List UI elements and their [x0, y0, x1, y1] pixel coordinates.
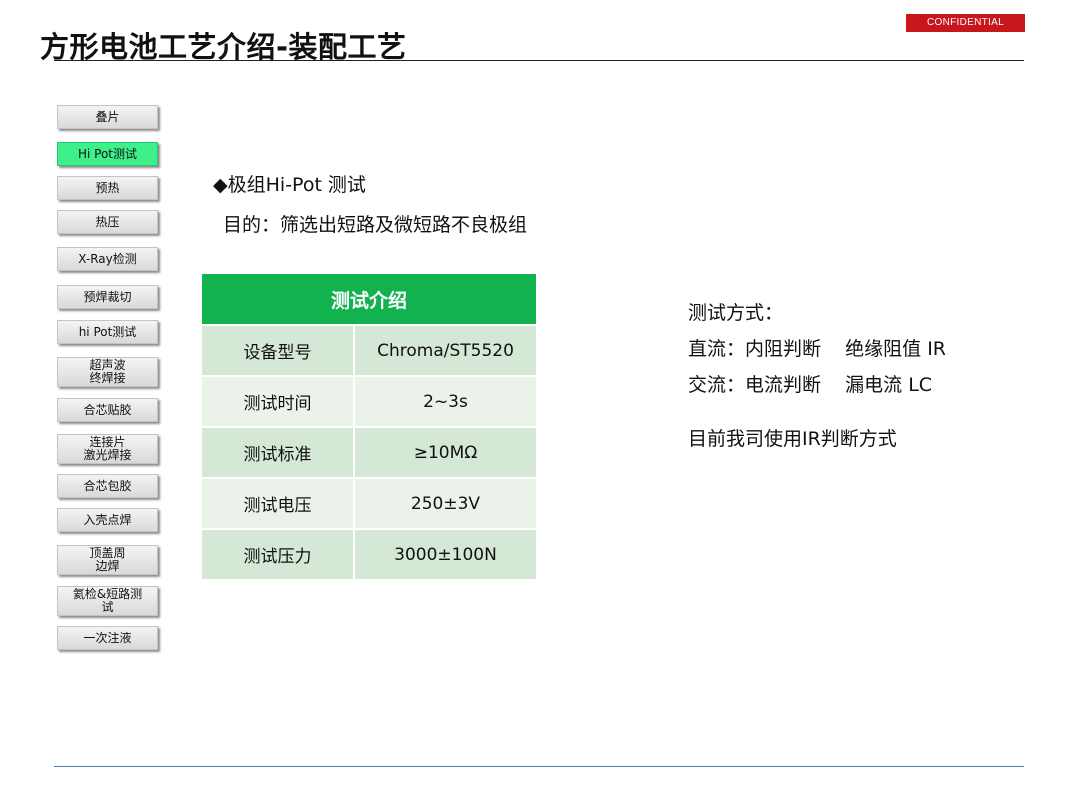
- table-row: 测试时间 2~3s: [202, 377, 536, 426]
- section-heading: ◆极组Hi-Pot 测试: [213, 174, 366, 196]
- footer-divider: [54, 766, 1024, 767]
- table-row: 设备型号 Chroma/ST5520: [202, 326, 536, 375]
- sidebar-item[interactable]: 氦检&短路测 试: [57, 586, 158, 616]
- row-label: 设备型号: [202, 326, 353, 375]
- row-label: 测试电压: [202, 479, 353, 528]
- table-header: 测试介绍: [202, 274, 536, 324]
- title-divider: [54, 60, 1024, 61]
- sidebar-item[interactable]: 叠片: [57, 105, 158, 129]
- method-title: 测试方式：: [688, 302, 784, 324]
- row-label: 测试时间: [202, 377, 353, 426]
- sidebar-item[interactable]: 热压: [57, 210, 158, 234]
- sidebar-item[interactable]: Hi Pot测试: [57, 142, 158, 166]
- table-row: 测试电压 250±3V: [202, 479, 536, 528]
- row-label: 测试标准: [202, 428, 353, 477]
- method-current: 目前我司使用IR判断方式: [688, 428, 897, 450]
- row-label: 测试压力: [202, 530, 353, 579]
- row-value: 3000±100N: [355, 530, 536, 579]
- test-intro-table: 测试介绍 设备型号 Chroma/ST5520 测试时间 2~3s 测试标准 ≥…: [202, 274, 536, 579]
- sidebar-item[interactable]: hi Pot测试: [57, 320, 158, 344]
- sidebar-item[interactable]: 一次注液: [57, 626, 158, 650]
- sidebar-item[interactable]: 连接片 激光焊接: [57, 434, 158, 464]
- sidebar-item[interactable]: 超声波 终焊接: [57, 357, 158, 387]
- method-ac: 交流：电流判断 漏电流 LC: [688, 374, 933, 396]
- confidential-badge: CONFIDENTIAL: [906, 14, 1025, 32]
- row-value: 250±3V: [355, 479, 536, 528]
- table-row: 测试标准 ≥10MΩ: [202, 428, 536, 477]
- sidebar-item[interactable]: 预焊裁切: [57, 285, 158, 309]
- table-row: 测试压力 3000±100N: [202, 530, 536, 579]
- sidebar-item[interactable]: 合芯贴胶: [57, 398, 158, 422]
- row-value: 2~3s: [355, 377, 536, 426]
- sidebar-item[interactable]: 顶盖周 边焊: [57, 545, 158, 575]
- sidebar-item[interactable]: 预热: [57, 176, 158, 200]
- sidebar-item[interactable]: 入壳点焊: [57, 508, 158, 532]
- purpose-text: 目的：筛选出短路及微短路不良极组: [223, 214, 528, 236]
- row-value: Chroma/ST5520: [355, 326, 536, 375]
- sidebar-item[interactable]: X-Ray检测: [57, 247, 158, 271]
- sidebar-item[interactable]: 合芯包胶: [57, 474, 158, 498]
- method-dc: 直流：内阻判断 绝缘阻值 IR: [688, 338, 947, 360]
- row-value: ≥10MΩ: [355, 428, 536, 477]
